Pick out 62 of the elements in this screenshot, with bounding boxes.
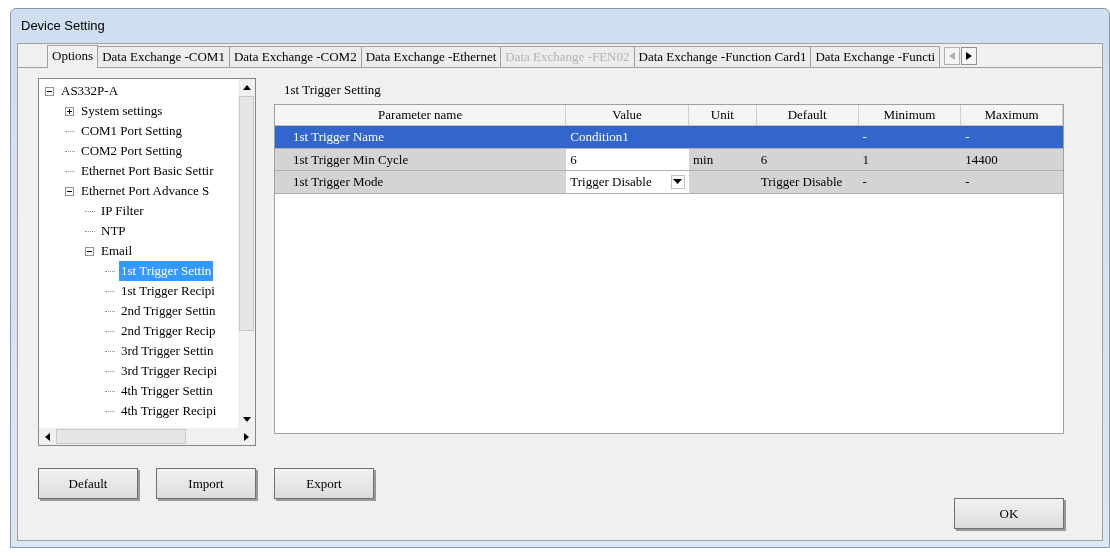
value-cell-text: Condition1 [569, 128, 630, 146]
tree-item[interactable]: IP Filter [99, 201, 146, 221]
tree-item[interactable]: 2nd Trigger Settin [119, 301, 218, 321]
table-row[interactable]: 1st Trigger Mode Trigger Disable Trigger Disable - - [275, 171, 1063, 194]
scrollbar-thumb[interactable] [56, 429, 186, 444]
horizontal-scrollbar[interactable] [39, 428, 255, 445]
expand-icon[interactable] [65, 106, 74, 116]
table-row[interactable]: 1st Trigger Min Cycle 6 min 6 1 14400 [275, 148, 1063, 171]
table-cell-text: - [861, 173, 868, 191]
column-header[interactable]: Parameter name [275, 105, 567, 125]
tab[interactable]: Options [47, 45, 99, 68]
table-cell-text: - [964, 128, 971, 146]
tree-item[interactable]: 4th Trigger Recipi [119, 401, 219, 421]
ok-button[interactable]: OK [954, 498, 1064, 529]
tab[interactable]: Data Exchange -Ethernet [360, 46, 502, 67]
column-header[interactable]: Maximum [961, 105, 1063, 125]
collapse-icon[interactable] [85, 246, 94, 256]
tree-item[interactable]: 3rd Trigger Settin [119, 341, 216, 361]
tab[interactable]: Data Exchange -Functi [810, 46, 941, 67]
table-cell-text: - [964, 173, 971, 191]
dialog-button[interactable]: Import [156, 468, 256, 499]
table-cell-text: - [861, 128, 868, 146]
tab[interactable]: Data Exchange -COM2 [228, 46, 362, 67]
collapse-icon[interactable] [45, 86, 54, 96]
tree-item[interactable]: 4th Trigger Settin [119, 381, 215, 401]
column-header[interactable]: Minimum [858, 105, 962, 125]
tree-item[interactable]: NTP [99, 221, 128, 241]
collapse-icon[interactable] [65, 186, 74, 196]
tree-item[interactable]: Email [99, 241, 135, 261]
tree-item[interactable]: 2nd Trigger Recip [119, 321, 218, 341]
dialog-button[interactable]: Export [274, 468, 374, 499]
tree-item[interactable]: Ethernet Port Advance S [79, 181, 212, 201]
table-cell-text: 1st Trigger Name [292, 128, 385, 146]
column-header[interactable]: Default [756, 105, 859, 125]
value-dropdown[interactable]: Trigger Disable [566, 171, 689, 193]
tab[interactable]: Data Exchange -Function Card1 [633, 46, 812, 67]
value-input-field[interactable]: 6 [566, 148, 689, 170]
panel-title: 1st Trigger Setting [284, 81, 382, 99]
tree-item[interactable]: AS332P-A [59, 81, 121, 101]
table-cell-text: 6 [759, 150, 769, 169]
table-cell-text: min [691, 150, 715, 169]
scroll-right-icon[interactable] [961, 47, 978, 65]
column-header[interactable]: Value [566, 105, 689, 125]
tree-item[interactable]: 1st Trigger Recipi [119, 281, 217, 301]
tree-item[interactable]: 3rd Trigger Recipi [119, 361, 220, 381]
vertical-scrollbar[interactable] [238, 79, 255, 428]
table-cell-text: Trigger Disable [759, 173, 844, 191]
column-header[interactable]: Unit [688, 105, 757, 125]
tree-item[interactable]: COM1 Port Setting [79, 121, 185, 141]
dropdown-value: Trigger Disable [570, 173, 652, 191]
dialog-button[interactable]: Default [38, 468, 138, 499]
table-cell-text: 14400 [964, 150, 999, 169]
table-cell-text: 1st Trigger Mode [292, 173, 385, 191]
tree-item[interactable]: COM2 Port Setting [79, 141, 185, 161]
tree-item[interactable]: System settings [79, 101, 165, 121]
table-cell-text: 1st Trigger Min Cycle [292, 150, 410, 169]
tab[interactable]: Data Exchange -COM1 [97, 46, 230, 67]
scrollbar-thumb[interactable] [239, 96, 254, 331]
table-cell-text: 1 [861, 150, 870, 169]
tree-item[interactable]: Ethernet Port Basic Settir [79, 161, 216, 181]
table-row[interactable]: 1st Trigger Name Condition1 - - [275, 126, 1063, 149]
window-title: Device Setting [21, 17, 105, 36]
